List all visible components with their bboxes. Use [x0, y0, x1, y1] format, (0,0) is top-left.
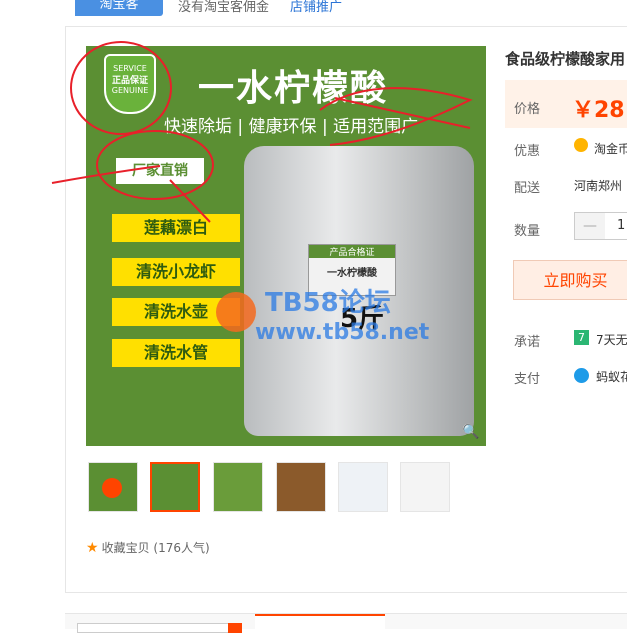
- use-pill: 莲藕漂白: [112, 214, 240, 242]
- favorite-button[interactable]: ★ 收藏宝贝 (176人气): [86, 539, 210, 556]
- buy-now-button[interactable]: 立即购买: [513, 260, 627, 300]
- taobaoke-tag[interactable]: 淘宝客: [75, 0, 163, 16]
- promise-value[interactable]: 7天无: [596, 331, 627, 348]
- bag-label-name: 一水柠檬酸: [327, 268, 377, 279]
- thumbnail-video[interactable]: [88, 462, 138, 512]
- favorite-count: (176人气): [153, 541, 210, 555]
- watermark-title: TB58论坛: [265, 288, 391, 318]
- badge-text: GENUINE: [111, 86, 149, 95]
- payment-label: 支付: [514, 372, 541, 387]
- watermark-url: www.tb58.net: [255, 320, 430, 345]
- image-subtitle: 快速除垢 | 健康环保 | 适用范围广: [164, 117, 419, 137]
- genuine-badge-icon: SERVICE 正品保证 GENUINE: [104, 54, 156, 114]
- payment-value[interactable]: 蚂蚁花: [596, 368, 627, 385]
- ant-credit-icon: [574, 368, 589, 383]
- favorite-label: 收藏宝贝: [101, 541, 150, 555]
- badge-text: 正品保证: [111, 76, 148, 86]
- shipping-label: 配送: [514, 181, 541, 196]
- play-icon: [102, 478, 122, 498]
- thumbnail[interactable]: [338, 462, 388, 512]
- star-icon: ★: [86, 540, 99, 556]
- zoom-icon[interactable]: 🔍: [462, 424, 479, 440]
- thumbnail[interactable]: [213, 462, 263, 512]
- tab-active[interactable]: [255, 614, 385, 631]
- thumbnail[interactable]: [400, 462, 450, 512]
- shop-promo-link[interactable]: 店铺推广: [290, 0, 342, 15]
- bag-label-title: 产品合格证: [309, 245, 395, 258]
- shop-search-button[interactable]: [228, 623, 242, 633]
- shop-search-input[interactable]: [77, 623, 229, 633]
- use-pill: 清洗水壶: [112, 298, 240, 326]
- thumbnail[interactable]: [150, 462, 200, 512]
- price-value: ￥28: [572, 98, 625, 123]
- thumbnail[interactable]: [276, 462, 326, 512]
- coin-icon: [574, 138, 588, 152]
- main-product-image[interactable]: SERVICE 正品保证 GENUINE 一水柠檬酸 快速除垢 | 健康环保 |…: [86, 46, 486, 446]
- quantity-label: 数量: [514, 224, 541, 239]
- promise-label: 承诺: [514, 335, 541, 350]
- bottom-bar: [65, 613, 627, 633]
- quantity-decrement-button[interactable]: —: [575, 213, 605, 239]
- factory-direct-ribbon: 厂家直销: [116, 158, 204, 184]
- price-label: 价格: [514, 102, 541, 117]
- badge-text: SERVICE: [113, 64, 147, 73]
- product-title: 食品级柠檬酸家用: [505, 50, 626, 68]
- discount-label: 优惠: [514, 144, 541, 159]
- shipping-value[interactable]: 河南郑州: [574, 177, 622, 194]
- commission-text: 没有淘宝客佣金: [178, 0, 270, 15]
- discount-value[interactable]: 淘金币: [594, 140, 627, 157]
- seven-day-return-icon: 7: [574, 330, 589, 345]
- use-pill: 清洗水管: [112, 339, 240, 367]
- use-pill: 清洗小龙虾: [112, 258, 240, 286]
- quantity-stepper: — 1: [574, 212, 627, 240]
- topbar: 淘宝客 没有淘宝客佣金 店铺推广: [0, 0, 627, 16]
- quantity-input[interactable]: 1: [617, 218, 625, 233]
- image-title: 一水柠檬酸: [198, 68, 389, 109]
